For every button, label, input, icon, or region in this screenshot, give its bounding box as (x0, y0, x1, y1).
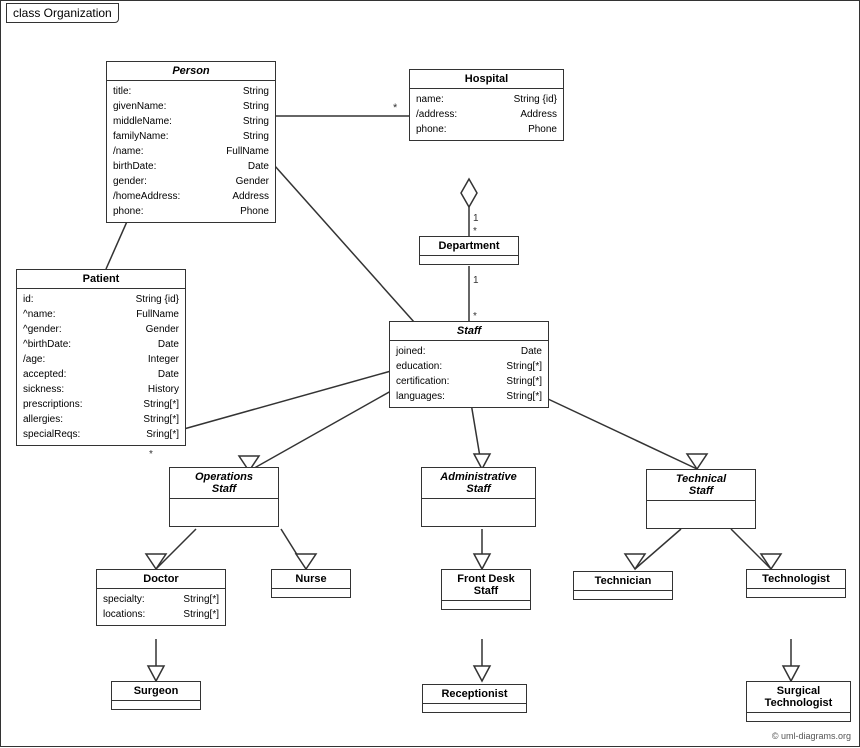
class-administrative-staff: AdministrativeStaff (421, 467, 536, 527)
svg-text:*: * (393, 102, 398, 114)
operations-staff-name: OperationsStaff (170, 468, 278, 499)
receptionist-name: Receptionist (423, 685, 526, 704)
class-surgical-technologist: SurgicalTechnologist (746, 681, 851, 722)
person-attrs: title:String givenName:String middleName… (107, 81, 275, 222)
diagram-container: class Organization * * 1 * 1 * (0, 0, 860, 747)
patient-name: Patient (17, 270, 185, 289)
doctor-attrs: specialty:String[*] locations:String[*] (97, 589, 225, 625)
class-technologist: Technologist (746, 569, 846, 598)
class-department: Department (419, 236, 519, 265)
class-front-desk-staff: Front DeskStaff (441, 569, 531, 610)
department-name: Department (420, 237, 518, 256)
nurse-name: Nurse (272, 570, 350, 589)
front-desk-staff-name: Front DeskStaff (442, 570, 530, 601)
diagram-title: class Organization (6, 3, 119, 23)
class-person: Person title:String givenName:String mid… (106, 61, 276, 223)
class-patient: Patient id:String {id} ^name:FullName ^g… (16, 269, 186, 446)
surgeon-name: Surgeon (112, 682, 200, 701)
staff-attrs: joined:Date education:String[*] certific… (390, 341, 548, 407)
class-staff: Staff joined:Date education:String[*] ce… (389, 321, 549, 408)
class-hospital: Hospital name:String {id} /address:Addre… (409, 69, 564, 141)
administrative-staff-name: AdministrativeStaff (422, 468, 535, 499)
department-attrs (420, 256, 518, 264)
hospital-name: Hospital (410, 70, 563, 89)
class-technician: Technician (573, 571, 673, 600)
technical-staff-name: TechnicalStaff (647, 470, 755, 501)
class-receptionist: Receptionist (422, 684, 527, 713)
hospital-attrs: name:String {id} /address:Address phone:… (410, 89, 563, 140)
technologist-name: Technologist (747, 570, 845, 589)
technician-name: Technician (574, 572, 672, 591)
class-surgeon: Surgeon (111, 681, 201, 710)
copyright: © uml-diagrams.org (772, 731, 851, 741)
person-name: Person (107, 62, 275, 81)
patient-attrs: id:String {id} ^name:FullName ^gender:Ge… (17, 289, 185, 445)
svg-text:*: * (149, 449, 153, 460)
class-operations-staff: OperationsStaff (169, 467, 279, 527)
svg-text:1: 1 (473, 213, 479, 224)
class-technical-staff: TechnicalStaff (646, 469, 756, 529)
class-doctor: Doctor specialty:String[*] locations:Str… (96, 569, 226, 626)
doctor-name: Doctor (97, 570, 225, 589)
class-nurse: Nurse (271, 569, 351, 598)
surgical-technologist-name: SurgicalTechnologist (747, 682, 850, 713)
svg-text:1: 1 (473, 275, 479, 286)
staff-name: Staff (390, 322, 548, 341)
